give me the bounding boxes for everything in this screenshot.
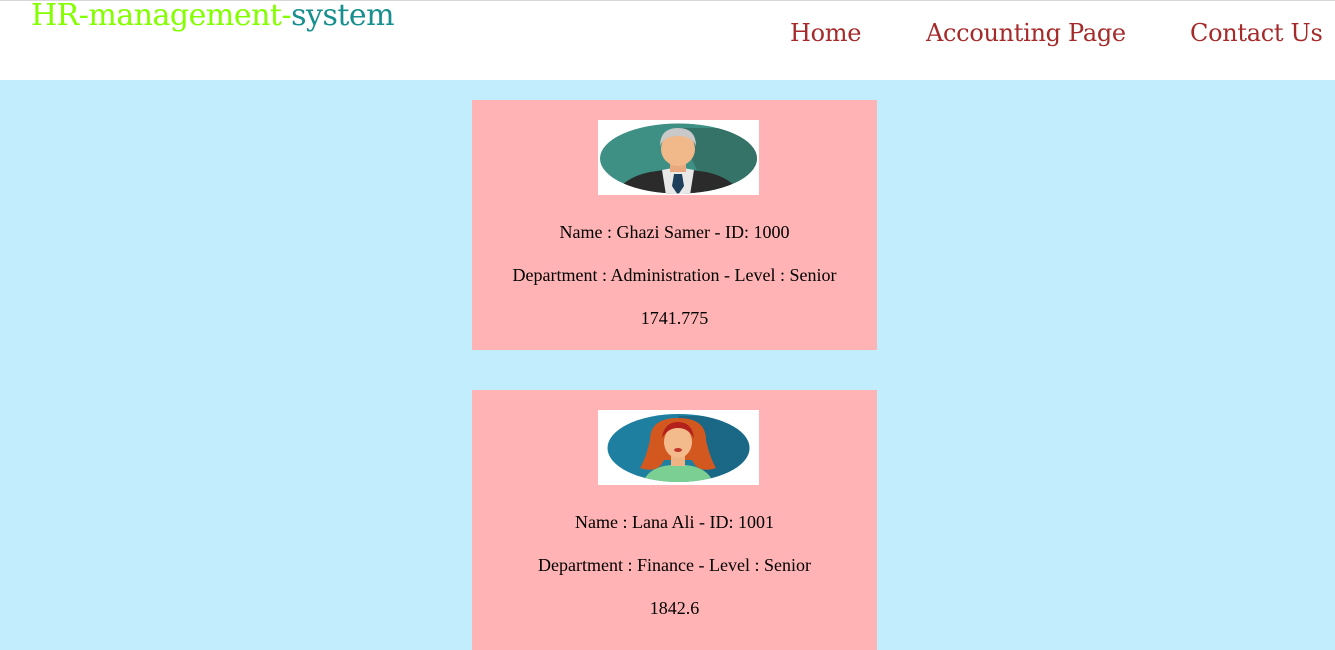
employee-salary: 1741.775 <box>640 308 709 328</box>
employee-card: Name : Ghazi Samer - ID: 1000 Department… <box>472 100 877 350</box>
employee-salary: 1842.6 <box>649 598 700 618</box>
site-header: HR-management-system Home Accounting Pag… <box>0 0 1335 80</box>
female-employee-icon <box>598 410 759 485</box>
male-employee-icon <box>598 120 759 195</box>
site-logo[interactable]: HR-management-system <box>31 0 395 36</box>
employee-name-id: Name : Lana Ali - ID: 1001 <box>575 512 774 532</box>
logo-text-part2: system <box>291 0 395 33</box>
employee-department-level: Department : Administration - Level : Se… <box>512 265 837 285</box>
employee-department-level: Department : Finance - Level : Senior <box>538 555 811 575</box>
nav-accounting-link[interactable]: Accounting Page <box>926 16 1126 50</box>
nav-home-link[interactable]: Home <box>790 16 861 50</box>
employee-name-id: Name : Ghazi Samer - ID: 1000 <box>559 222 790 242</box>
nav-contact-link[interactable]: Contact Us <box>1190 16 1323 50</box>
logo-text-part1: HR-management- <box>31 0 292 33</box>
employee-card: Name : Lana Ali - ID: 1001 Department : … <box>472 390 877 650</box>
